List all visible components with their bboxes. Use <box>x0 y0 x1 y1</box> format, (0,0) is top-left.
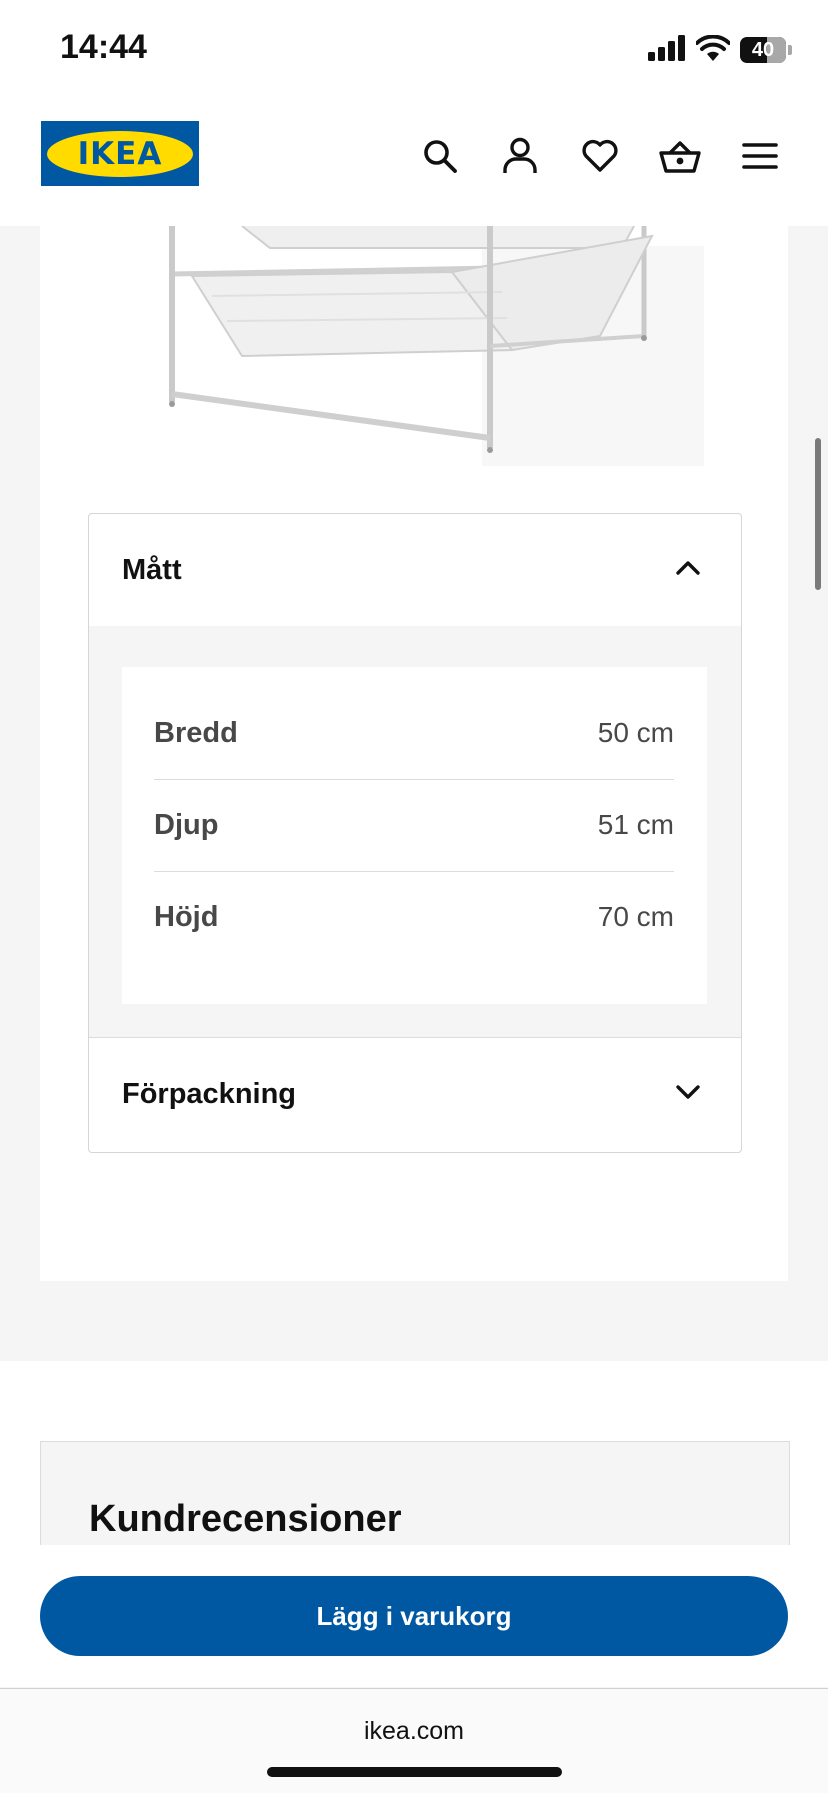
logo-text: IKEA <box>77 135 163 172</box>
dimension-value: 51 cm <box>597 809 674 840</box>
browser-address-bar: ikea.com <box>0 1688 828 1793</box>
home-indicator[interactable] <box>267 1767 562 1777</box>
ikea-logo[interactable]: IKEA <box>41 121 199 186</box>
dimension-value: 50 cm <box>597 717 674 748</box>
dimension-row-width: Bredd 50 cm <box>154 687 674 780</box>
cellular-signal-icon <box>648 34 686 66</box>
basket-icon[interactable] <box>640 130 720 182</box>
dimension-row-depth: Djup 51 cm <box>154 779 674 872</box>
status-icons: 40 <box>648 34 792 66</box>
site-header: IKEA <box>0 100 828 226</box>
menu-icon[interactable] <box>720 130 800 182</box>
add-to-cart-button[interactable]: Lägg i varukorg <box>40 1576 788 1656</box>
measurements-list: Bredd 50 cm Djup 51 cm Höjd 70 cm <box>122 667 707 1004</box>
dimension-row-height: Höjd 70 cm <box>154 871 674 963</box>
dimension-label: Bredd <box>154 716 238 749</box>
reviews-box: Kundrecensioner <box>40 1441 790 1545</box>
add-to-cart-bar: Lägg i varukorg <box>0 1545 828 1687</box>
dimension-label: Djup <box>154 808 219 841</box>
packaging-title: Förpackning <box>122 1077 297 1110</box>
status-time: 14:44 <box>60 28 147 66</box>
account-icon[interactable] <box>480 130 560 182</box>
chevron-up-icon <box>675 560 701 581</box>
battery-icon: 40 <box>740 37 786 63</box>
measurements-accordion-header[interactable]: Mått <box>89 514 741 626</box>
scrollbar[interactable] <box>815 438 821 590</box>
reviews-title: Kundrecensioner <box>89 1498 402 1540</box>
search-icon[interactable] <box>400 130 480 182</box>
logo-oval: IKEA <box>47 130 193 177</box>
reviews-section: Kundrecensioner <box>0 1361 828 1545</box>
battery-level: 40 <box>751 38 775 61</box>
measurements-title: Mått <box>122 553 182 586</box>
status-bar: 14:44 40 <box>0 0 828 100</box>
packaging-accordion-header[interactable]: Förpackning <box>89 1038 741 1150</box>
dimension-value: 70 cm <box>597 901 674 932</box>
url-text[interactable]: ikea.com <box>0 1717 828 1746</box>
header-icons <box>400 130 800 182</box>
battery-tip <box>788 45 792 55</box>
chevron-down-icon <box>675 1084 701 1105</box>
wifi-icon <box>695 34 731 66</box>
dimension-label: Höjd <box>154 900 219 933</box>
wire-basket-drawer-frame-image <box>152 225 704 466</box>
heart-icon[interactable] <box>560 130 640 182</box>
